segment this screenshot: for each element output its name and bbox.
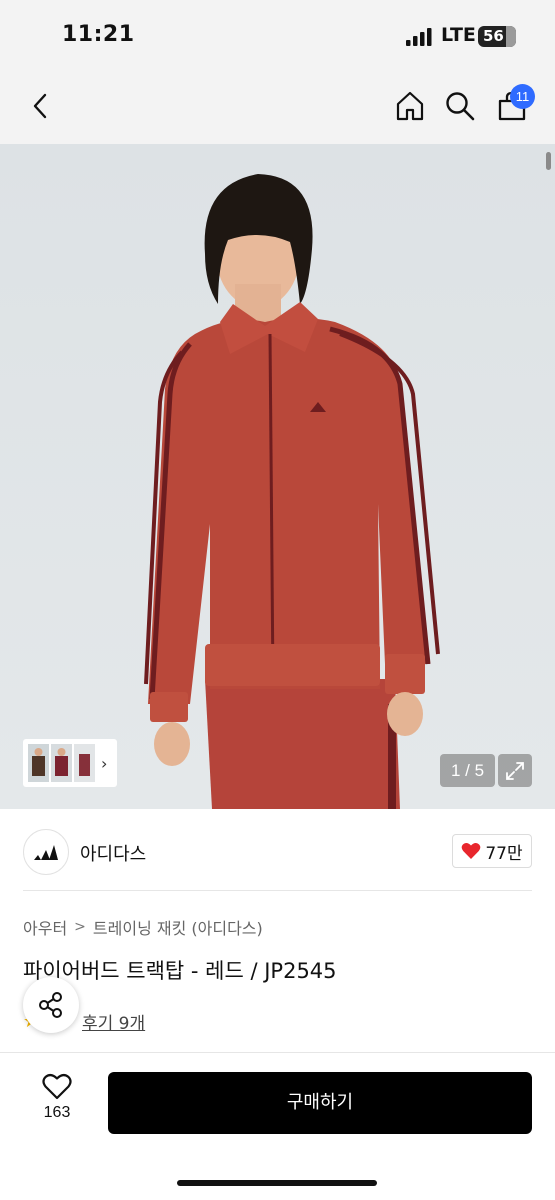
bottom-action-bar: 163 구매하기 [0,1053,555,1200]
thumbnail-2[interactable] [51,744,72,782]
breadcrumb: 아우터 > 트레이닝 재킷 (아디다스) [23,915,263,939]
chevron-left-icon [33,93,47,119]
brand-row: 아디다스 77만 [0,809,555,891]
nav-bar: 11 [0,72,555,144]
battery-icon: 56 [478,26,516,47]
search-button[interactable] [438,84,482,128]
review-link[interactable]: 후기 9개 [82,1009,145,1034]
product-image[interactable] [0,144,555,809]
home-indicator [177,1180,377,1186]
status-time: 11:21 [62,22,135,47]
thumbnail-3[interactable] [74,744,95,782]
share-icon [39,992,62,1018]
thumbnail-strip[interactable]: › [23,739,117,787]
image-counter: 1 / 5 [440,754,495,787]
product-title: 파이어버드 트랙탑 - 레드 / JP2545 [23,959,337,983]
search-icon [446,92,475,121]
expand-button[interactable] [498,754,532,787]
adidas-logo-icon [34,845,58,860]
chevron-right-icon[interactable]: › [101,754,107,773]
network-type: LTE [441,24,476,46]
thumbnail-1[interactable] [28,744,49,782]
buy-button[interactable]: 구매하기 [108,1072,532,1134]
wishlist-button[interactable]: 163 [30,1073,84,1133]
cart-count-badge: 11 [510,84,535,109]
divider [23,890,532,891]
product-photo [144,174,440,809]
brand-logo[interactable] [23,829,69,875]
status-bar: 11:21 LTE 56 [0,0,555,72]
brand-name[interactable]: 아디다스 [80,840,146,866]
scrollbar[interactable] [546,152,551,170]
battery-level: 56 [483,27,504,45]
heart-outline-icon [42,1074,72,1100]
home-icon [396,91,424,121]
breadcrumb-subcategory[interactable]: 트레이닝 재킷 (아디다스) [93,915,263,939]
expand-icon [506,761,524,780]
heart-filled-icon [462,843,481,859]
wishlist-count: 163 [43,1104,71,1121]
back-button[interactable] [18,84,62,128]
breadcrumb-category[interactable]: 아우터 [23,915,67,939]
breadcrumb-separator: > [74,919,86,935]
share-button[interactable] [23,977,79,1033]
signal-icon [406,28,432,46]
home-button[interactable] [388,84,432,128]
brand-like-count: 77만 [485,843,523,864]
brand-like-button[interactable]: 77만 [452,834,532,868]
